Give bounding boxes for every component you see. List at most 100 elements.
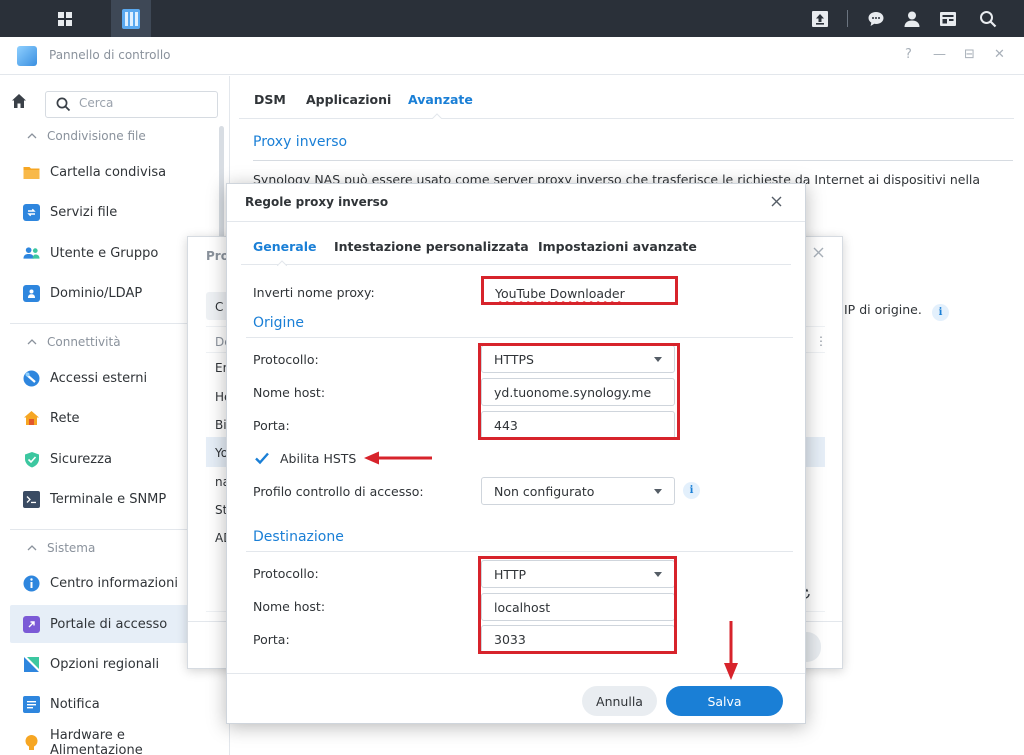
section-title: Connettività bbox=[47, 335, 121, 349]
chat-button[interactable] bbox=[862, 0, 890, 37]
external-access-icon bbox=[23, 370, 40, 387]
dialog-footer-divider bbox=[227, 673, 805, 674]
close-window-button[interactable]: ✕ bbox=[994, 47, 1005, 62]
tab-applications[interactable]: Applicazioni bbox=[306, 92, 391, 107]
section-title: Condivisione file bbox=[47, 129, 146, 143]
proxy-name-value: YouTube Downloader bbox=[495, 286, 625, 301]
chevron-up-icon bbox=[27, 133, 37, 139]
source-ip-text: IP di origine. bbox=[844, 302, 922, 317]
section-header-connectivity[interactable]: Connettività bbox=[27, 335, 121, 349]
sidebar-item-file-services[interactable]: Servizi file bbox=[10, 193, 206, 231]
sidebar-item-label: Opzioni regionali bbox=[50, 656, 160, 672]
dest-hostname-value: localhost bbox=[494, 599, 551, 615]
window-titlebar: Pannello di controllo ? — ⊟ ✕ bbox=[0, 37, 1024, 75]
dialog-title-divider bbox=[227, 221, 805, 222]
hardware-icon bbox=[23, 734, 40, 751]
origin-protocol-value: HTTPS bbox=[494, 351, 534, 367]
login-portal-icon bbox=[23, 615, 40, 633]
reverse-proxy-rules-dialog: Regole proxy inverso Generale Intestazio… bbox=[226, 183, 806, 724]
sidebar-item-security[interactable]: Sicurezza bbox=[10, 440, 206, 478]
origin-hostname-value: yd.tuonome.synology.me bbox=[494, 384, 652, 400]
sidebar-item-label: Sicurezza bbox=[50, 451, 112, 467]
sidebar-item-login-portal[interactable]: Portale di accesso bbox=[10, 605, 206, 643]
sidebar-item-notification[interactable]: Notifica bbox=[10, 685, 206, 723]
sidebar-item-hardware-power[interactable]: Hardware e Alimentazione bbox=[10, 724, 206, 755]
proxy-name-label: Inverti nome proxy: bbox=[253, 285, 375, 300]
section-header-file-sharing[interactable]: Condivisione file bbox=[27, 129, 146, 143]
chevron-down-icon bbox=[654, 356, 662, 362]
sidebar-item-shared-folder[interactable]: Cartella condivisa bbox=[10, 153, 206, 191]
regional-icon bbox=[23, 656, 40, 673]
sidebar-item-label: Rete bbox=[50, 410, 80, 426]
chevron-up-icon bbox=[27, 339, 37, 345]
tab-advanced-settings[interactable]: Impostazioni avanzate bbox=[538, 239, 697, 254]
sidebar-item-info-center[interactable]: Centro informazioni bbox=[10, 564, 206, 602]
dest-hostname-label: Nome host: bbox=[253, 599, 326, 614]
origin-protocol-label: Protocollo: bbox=[253, 352, 319, 367]
dest-protocol-label: Protocollo: bbox=[253, 566, 319, 581]
help-button[interactable]: ? bbox=[905, 47, 912, 62]
domain-icon bbox=[23, 284, 40, 302]
search-input[interactable] bbox=[79, 96, 209, 110]
main-menu-button[interactable] bbox=[45, 0, 85, 37]
minimize-button[interactable]: — bbox=[933, 47, 946, 62]
chevron-down-icon bbox=[654, 571, 662, 577]
sidebar-item-terminal-snmp[interactable]: Terminale e SNMP bbox=[10, 480, 206, 518]
sidebar-item-label: Portale di accesso bbox=[50, 616, 168, 632]
sidebar-item-label: Accessi esterni bbox=[50, 370, 148, 386]
proxy-name-input[interactable]: YouTube Downloader bbox=[484, 279, 674, 307]
section-header-system[interactable]: Sistema bbox=[27, 541, 95, 555]
tab-advanced[interactable]: Avanzate bbox=[408, 92, 473, 107]
restore-button[interactable]: ⊟ bbox=[964, 47, 975, 62]
upload-icon bbox=[812, 10, 828, 27]
acl-info-icon[interactable]: i bbox=[683, 482, 700, 499]
destination-section-title: Destinazione bbox=[253, 529, 344, 545]
hsts-label[interactable]: Abilita HSTS bbox=[280, 451, 356, 466]
destination-divider bbox=[246, 551, 793, 552]
search-icon bbox=[980, 10, 997, 27]
control-panel-taskbar-button[interactable] bbox=[111, 0, 151, 37]
widgets-button[interactable] bbox=[934, 0, 962, 37]
chevron-down-icon bbox=[654, 488, 662, 494]
close-icon[interactable] bbox=[771, 196, 782, 207]
sidebar-item-regional-options[interactable]: Opzioni regionali bbox=[10, 645, 206, 683]
notification-icon bbox=[23, 695, 40, 713]
origin-protocol-select[interactable]: HTTPS bbox=[481, 345, 675, 373]
origin-divider bbox=[246, 337, 793, 338]
sidebar-item-network[interactable]: Rete bbox=[10, 399, 206, 437]
dest-port-label: Porta: bbox=[253, 632, 290, 647]
save-button[interactable]: Salva bbox=[666, 686, 783, 716]
sidebar-item-external-access[interactable]: Accessi esterni bbox=[10, 359, 206, 397]
user-button[interactable] bbox=[898, 0, 926, 37]
sidebar-item-label: Terminale e SNMP bbox=[50, 491, 167, 507]
sidebar-item-users[interactable]: Utente e Gruppo bbox=[10, 234, 206, 272]
user-icon bbox=[904, 11, 920, 27]
close-icon[interactable] bbox=[813, 247, 824, 258]
tab-custom-header[interactable]: Intestazione personalizzata bbox=[334, 239, 529, 254]
dest-port-value: 3033 bbox=[494, 631, 526, 647]
tab-dsm[interactable]: DSM bbox=[254, 92, 286, 107]
cancel-button[interactable]: Annulla bbox=[582, 686, 657, 716]
dest-hostname-input[interactable]: localhost bbox=[481, 593, 675, 621]
acl-profile-select[interactable]: Non configurato bbox=[481, 477, 675, 505]
dest-protocol-value: HTTP bbox=[494, 566, 526, 582]
sidebar-item-label: Dominio/LDAP bbox=[50, 285, 143, 301]
dialog-tabs-divider bbox=[241, 264, 791, 265]
dest-port-input[interactable]: 3033 bbox=[481, 625, 675, 653]
home-button[interactable] bbox=[11, 93, 27, 109]
hsts-checkbox[interactable] bbox=[254, 450, 270, 466]
info-icon[interactable]: i bbox=[932, 304, 949, 321]
grid-icon bbox=[58, 11, 72, 26]
reverse-proxy-heading: Proxy inverso bbox=[253, 134, 348, 150]
sidebar-item-domain-ldap[interactable]: Dominio/LDAP bbox=[10, 274, 206, 312]
tab-general[interactable]: Generale bbox=[253, 239, 316, 254]
column-menu-icon[interactable]: ⋮ bbox=[815, 334, 827, 348]
upload-button[interactable] bbox=[806, 0, 834, 37]
control-panel-app-icon bbox=[17, 46, 37, 66]
origin-port-input[interactable]: 443 bbox=[481, 411, 675, 439]
origin-hostname-input[interactable]: yd.tuonome.synology.me bbox=[481, 378, 675, 406]
search-taskbar-button[interactable] bbox=[974, 0, 1002, 37]
sidebar-item-label: Cartella condivisa bbox=[50, 164, 167, 180]
shield-icon bbox=[23, 451, 40, 468]
dest-protocol-select[interactable]: HTTP bbox=[481, 560, 675, 588]
